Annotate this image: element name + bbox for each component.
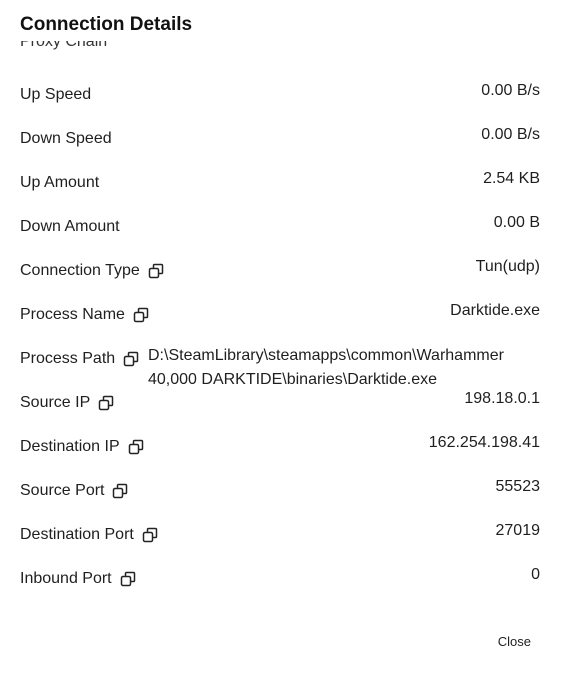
label-text: Process Name	[20, 306, 125, 323]
row-label: Destination Port	[20, 526, 158, 544]
detail-row-up-speed: Up Speed 0.00 B/s	[20, 80, 540, 110]
label-text: Process Path	[20, 350, 116, 367]
row-value: Darktide.exe	[450, 302, 540, 319]
row-value: 55523	[495, 478, 541, 495]
label-text: Down Speed	[20, 130, 112, 147]
label-text: Down Amount	[20, 218, 120, 235]
row-value: 0	[531, 566, 540, 583]
copy-icon[interactable]	[142, 527, 158, 543]
label-text: Up Speed	[20, 86, 92, 103]
detail-row-destination-port: Destination Port 27019	[20, 520, 540, 550]
copy-icon[interactable]	[148, 263, 164, 279]
row-value: 2.54 KB	[483, 170, 540, 187]
row-label: Down Amount	[20, 218, 120, 236]
label-text: Source Port	[20, 482, 105, 499]
copy-icon[interactable]	[133, 307, 149, 323]
label-text: Destination IP	[20, 438, 120, 455]
label-text: Up Amount	[20, 174, 100, 191]
dialog-title: Connection Details	[20, 14, 193, 35]
row-label: Process Path	[20, 350, 139, 368]
detail-row-process-path: Process Path D:\SteamLibrary\steamapps\c…	[20, 344, 540, 392]
row-label: Process Name	[20, 306, 149, 324]
detail-row-down-speed: Down Speed 0.00 B/s	[20, 124, 540, 154]
copy-icon[interactable]	[112, 483, 128, 499]
row-value: D:\SteamLibrary\steamapps\common\Warhamm…	[148, 347, 504, 388]
detail-row-up-amount: Up Amount 2.54 KB	[20, 168, 540, 198]
row-value: 0.00 B/s	[481, 82, 540, 99]
row-label: Source Port	[20, 482, 128, 500]
row-label: Connection Type	[20, 262, 164, 280]
detail-row-inbound-port: Inbound Port 0	[20, 564, 540, 594]
copy-icon[interactable]	[120, 571, 136, 587]
row-value: 0.00 B/s	[481, 126, 540, 143]
row-value: 162.254.198.41	[428, 434, 540, 451]
row-label: Source IP	[20, 394, 114, 412]
detail-row-process-name: Process Name Darktide.exe	[20, 300, 540, 330]
row-label: Down Speed	[20, 130, 112, 148]
copy-icon[interactable]	[128, 439, 144, 455]
label-text: Inbound Port	[20, 570, 112, 587]
row-label: Up Amount	[20, 174, 99, 192]
detail-row-destination-ip: Destination IP 162.254.198.41	[20, 432, 540, 462]
row-label: Destination IP	[20, 438, 144, 456]
copy-icon[interactable]	[123, 351, 139, 367]
row-label: Up Speed	[20, 86, 91, 104]
clipped-row-proxy-chain: Proxy Chain	[20, 41, 540, 59]
row-label: Inbound Port	[20, 570, 136, 588]
row-value: Tun(udp)	[475, 258, 540, 275]
detail-row-source-port: Source Port 55523	[20, 476, 540, 506]
connection-details-dialog: Connection Details Proxy Chain Up Speed …	[0, 0, 563, 675]
detail-row-down-amount: Down Amount 0.00 B	[20, 212, 540, 242]
row-value: 198.18.0.1	[464, 390, 540, 407]
copy-icon[interactable]	[98, 395, 114, 411]
close-button[interactable]: Close	[498, 634, 531, 649]
label-text: Destination Port	[20, 526, 134, 543]
row-value: 27019	[495, 522, 541, 539]
label-text: Source IP	[20, 394, 91, 411]
row-value: 0.00 B	[493, 214, 540, 231]
clipped-label: Proxy Chain	[20, 41, 108, 50]
label-text: Connection Type	[20, 262, 140, 279]
detail-row-source-ip: Source IP 198.18.0.1	[20, 388, 540, 418]
detail-row-connection-type: Connection Type Tun(udp)	[20, 256, 540, 286]
